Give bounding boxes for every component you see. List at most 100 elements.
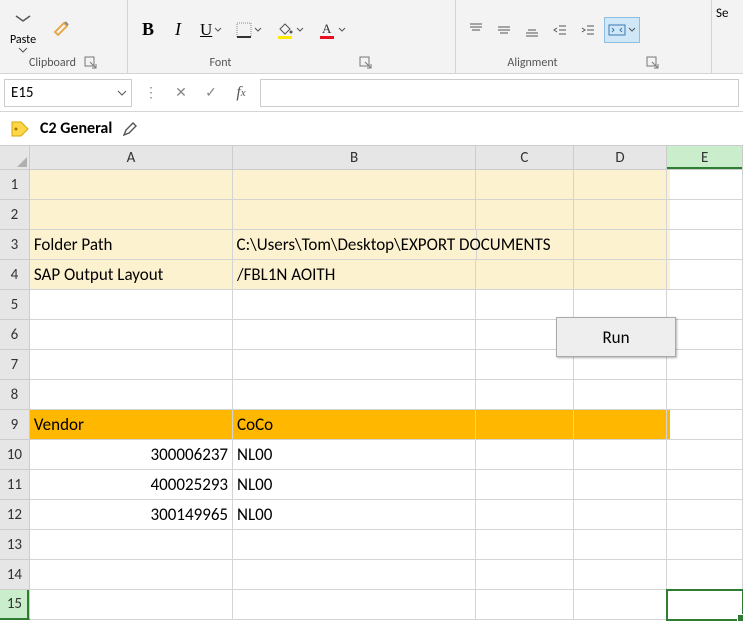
cell[interactable] xyxy=(667,350,743,380)
align-bottom-button[interactable] xyxy=(520,17,544,43)
cell[interactable] xyxy=(476,410,574,440)
cell[interactable]: 400025293 xyxy=(30,470,233,500)
cell[interactable] xyxy=(477,230,574,260)
row-header[interactable]: 9 xyxy=(0,410,30,440)
increase-indent-button[interactable] xyxy=(576,17,600,43)
cell[interactable]: Vendor xyxy=(30,410,233,440)
cell[interactable] xyxy=(574,410,668,440)
row-header[interactable]: 7 xyxy=(0,350,30,380)
cell[interactable] xyxy=(30,560,233,590)
cell[interactable]: SAP Output Layout xyxy=(30,260,233,290)
cell[interactable]: CoCo xyxy=(233,410,476,440)
decrease-indent-button[interactable] xyxy=(548,17,572,43)
chevron-down-icon[interactable] xyxy=(18,47,28,53)
row-header[interactable]: 11 xyxy=(0,470,30,500)
cell[interactable] xyxy=(667,290,743,320)
row-header[interactable]: 8 xyxy=(0,380,30,410)
cell[interactable] xyxy=(667,410,743,440)
pencil-icon[interactable] xyxy=(122,121,138,137)
row-header[interactable]: 1 xyxy=(0,170,30,200)
cell[interactable] xyxy=(476,440,574,470)
cell[interactable] xyxy=(667,230,743,260)
cell[interactable] xyxy=(574,200,668,230)
cell[interactable] xyxy=(233,170,476,200)
active-cell[interactable] xyxy=(667,590,743,620)
row-header[interactable]: 12 xyxy=(0,500,30,530)
select-all-button[interactable] xyxy=(0,146,30,170)
format-painter-button[interactable] xyxy=(46,13,78,43)
name-box[interactable]: E15 xyxy=(4,79,132,107)
cell[interactable] xyxy=(476,530,574,560)
cell[interactable] xyxy=(233,560,476,590)
cell[interactable] xyxy=(667,320,743,350)
cell[interactable] xyxy=(574,290,668,320)
cell[interactable] xyxy=(476,500,574,530)
column-header-E[interactable]: E xyxy=(667,146,743,170)
cell[interactable] xyxy=(667,380,743,410)
cell[interactable] xyxy=(574,470,668,500)
borders-button[interactable] xyxy=(232,17,266,43)
cell[interactable] xyxy=(30,320,233,350)
spreadsheet-grid[interactable]: A B C D E 1 2 3Folder PathC:\Users\Tom\D… xyxy=(0,146,743,620)
align-top-button[interactable] xyxy=(464,17,488,43)
cell[interactable] xyxy=(574,440,668,470)
cell[interactable] xyxy=(667,560,743,590)
row-header[interactable]: 15 xyxy=(0,590,30,620)
cell[interactable] xyxy=(476,290,574,320)
cell[interactable]: NL00 xyxy=(233,440,476,470)
cell[interactable] xyxy=(574,230,667,260)
row-header[interactable]: 3 xyxy=(0,230,30,260)
cell[interactable]: /FBL1N AOITH xyxy=(233,260,476,290)
bold-button[interactable]: B xyxy=(136,17,160,43)
cell[interactable] xyxy=(574,380,668,410)
cell[interactable] xyxy=(30,530,233,560)
column-header-B[interactable]: B xyxy=(233,146,476,170)
cell[interactable] xyxy=(30,290,233,320)
cell[interactable] xyxy=(476,200,574,230)
cell[interactable] xyxy=(667,170,743,200)
underline-button[interactable]: U xyxy=(196,17,226,43)
fx-button[interactable]: fx xyxy=(230,82,252,104)
cell[interactable]: Folder Path xyxy=(30,230,233,260)
cell[interactable] xyxy=(233,320,476,350)
cell[interactable] xyxy=(30,590,233,620)
cell[interactable] xyxy=(574,500,668,530)
cell[interactable] xyxy=(476,170,574,200)
cell[interactable]: 300149965 xyxy=(30,500,233,530)
run-button[interactable]: Run xyxy=(556,317,676,357)
cell[interactable]: NL00 xyxy=(233,470,476,500)
cell[interactable] xyxy=(30,200,233,230)
font-color-button[interactable]: A xyxy=(314,17,350,43)
row-header[interactable]: 13 xyxy=(0,530,30,560)
cell[interactable] xyxy=(476,260,574,290)
cell[interactable] xyxy=(667,500,743,530)
row-header[interactable]: 5 xyxy=(0,290,30,320)
cell[interactable] xyxy=(574,170,668,200)
alignment-launcher[interactable] xyxy=(646,56,660,70)
paste-button[interactable] xyxy=(8,3,38,33)
cell[interactable] xyxy=(233,590,476,620)
align-middle-button[interactable] xyxy=(492,17,516,43)
cell[interactable]: NL00 xyxy=(233,500,476,530)
font-launcher[interactable] xyxy=(359,56,373,70)
cell[interactable] xyxy=(476,560,574,590)
row-header[interactable]: 6 xyxy=(0,320,30,350)
cell[interactable] xyxy=(476,590,574,620)
column-header-D[interactable]: D xyxy=(574,146,668,170)
cell[interactable] xyxy=(574,260,668,290)
cell[interactable] xyxy=(667,200,743,230)
cell[interactable] xyxy=(30,380,233,410)
cell[interactable] xyxy=(574,530,668,560)
merge-center-button[interactable] xyxy=(604,17,640,43)
cell[interactable] xyxy=(574,590,668,620)
fill-color-button[interactable] xyxy=(272,17,308,43)
cell[interactable] xyxy=(233,290,476,320)
row-header[interactable]: 10 xyxy=(0,440,30,470)
cancel-icon[interactable]: ✕ xyxy=(170,82,192,104)
clipboard-launcher[interactable] xyxy=(84,56,98,70)
cell[interactable] xyxy=(574,560,668,590)
cell[interactable] xyxy=(667,260,743,290)
cell[interactable] xyxy=(233,380,476,410)
cell[interactable] xyxy=(667,530,743,560)
row-header[interactable]: 2 xyxy=(0,200,30,230)
